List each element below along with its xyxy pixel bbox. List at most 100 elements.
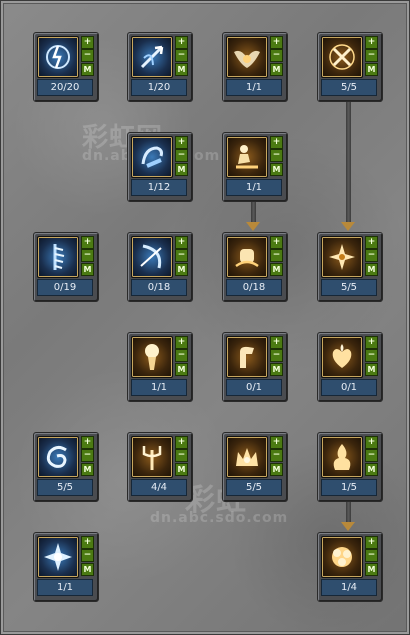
- skill-level-count: 0/18: [226, 279, 282, 296]
- skill-minus-button[interactable]: −: [175, 249, 188, 262]
- skill-max-button[interactable]: M: [365, 563, 378, 576]
- skill-max-button[interactable]: M: [270, 163, 283, 176]
- skill-level-count: 1/1: [37, 579, 93, 596]
- skill-level-count: 5/5: [226, 479, 282, 496]
- skill-max-button[interactable]: M: [270, 263, 283, 276]
- swirl-orb-icon[interactable]: [37, 436, 79, 478]
- bent-arm-icon[interactable]: [226, 336, 268, 378]
- skill-max-button[interactable]: M: [175, 463, 188, 476]
- skill-minus-button[interactable]: −: [365, 349, 378, 362]
- skill-plus-button[interactable]: +: [175, 236, 188, 249]
- skill-minus-button[interactable]: −: [81, 449, 94, 462]
- skill-max-button[interactable]: M: [81, 463, 94, 476]
- skill-minus-button[interactable]: −: [365, 49, 378, 62]
- skill-max-button[interactable]: M: [175, 163, 188, 176]
- skill-level-count: 1/1: [226, 179, 282, 196]
- skill-slot: + − M 5/5: [222, 432, 288, 502]
- trident-icon[interactable]: [131, 436, 173, 478]
- skill-plus-button[interactable]: +: [365, 536, 378, 549]
- glowing-fist-icon[interactable]: [131, 336, 173, 378]
- cross-slash-icon[interactable]: [321, 36, 363, 78]
- skill-plus-button[interactable]: +: [175, 136, 188, 149]
- skill-minus-button[interactable]: −: [270, 249, 283, 262]
- skill-plus-button[interactable]: +: [81, 436, 94, 449]
- skill-minus-button[interactable]: −: [175, 49, 188, 62]
- skill-plus-button[interactable]: +: [175, 336, 188, 349]
- skill-plus-button[interactable]: +: [270, 436, 283, 449]
- skill-minus-button[interactable]: −: [175, 149, 188, 162]
- skill-minus-button[interactable]: −: [81, 49, 94, 62]
- skill-slot: + − M 0/1: [317, 332, 383, 402]
- skill-slot: + − M 20/20: [33, 32, 99, 102]
- skill-level-count: 0/1: [321, 379, 377, 396]
- crouch-strike-icon[interactable]: [226, 136, 268, 178]
- skill-plus-button[interactable]: +: [365, 336, 378, 349]
- fire-crown-icon[interactable]: [226, 436, 268, 478]
- skill-minus-button[interactable]: −: [270, 449, 283, 462]
- skill-max-button[interactable]: M: [365, 263, 378, 276]
- skill-minus-button[interactable]: −: [365, 449, 378, 462]
- skill-max-button[interactable]: M: [81, 563, 94, 576]
- skill-slot: + − M 0/18: [127, 232, 193, 302]
- skill-plus-button[interactable]: +: [81, 36, 94, 49]
- skill-plus-button[interactable]: +: [365, 436, 378, 449]
- skill-slot: + − M 0/18: [222, 232, 288, 302]
- skill-minus-button[interactable]: −: [270, 49, 283, 62]
- skill-slot: + − M 1/4: [317, 532, 383, 602]
- skill-plus-button[interactable]: +: [365, 236, 378, 249]
- skill-max-button[interactable]: M: [270, 63, 283, 76]
- skill-plus-button[interactable]: +: [175, 436, 188, 449]
- fist-burst-icon[interactable]: [226, 236, 268, 278]
- crystal-burst-icon[interactable]: [37, 536, 79, 578]
- skill-max-button[interactable]: M: [175, 363, 188, 376]
- arrow-shot-icon[interactable]: [131, 36, 173, 78]
- skill-level-count: 1/1: [131, 379, 187, 396]
- skill-minus-button[interactable]: −: [270, 349, 283, 362]
- skill-minus-button[interactable]: −: [175, 449, 188, 462]
- skill-max-button[interactable]: M: [175, 63, 188, 76]
- skill-slot: + − M 0/19: [33, 232, 99, 302]
- skill-max-button[interactable]: M: [81, 63, 94, 76]
- skill-plus-button[interactable]: +: [81, 236, 94, 249]
- skill-level-count: 1/4: [321, 579, 377, 596]
- skill-level-count: 0/19: [37, 279, 93, 296]
- skill-plus-button[interactable]: +: [270, 136, 283, 149]
- skill-level-count: 0/18: [131, 279, 187, 296]
- skill-max-button[interactable]: M: [365, 363, 378, 376]
- skill-minus-button[interactable]: −: [270, 149, 283, 162]
- prereq-arrow-pillar-to-explosion: [346, 500, 351, 522]
- skill-plus-button[interactable]: +: [365, 36, 378, 49]
- skill-max-button[interactable]: M: [270, 363, 283, 376]
- heart-flame-icon[interactable]: [321, 336, 363, 378]
- skill-slot: + − M 1/5: [317, 432, 383, 502]
- skill-max-button[interactable]: M: [175, 263, 188, 276]
- winged-burst-icon[interactable]: [226, 36, 268, 78]
- skill-max-button[interactable]: M: [81, 263, 94, 276]
- skill-max-button[interactable]: M: [365, 63, 378, 76]
- skill-level-count: 4/4: [131, 479, 187, 496]
- skill-plus-button[interactable]: +: [81, 536, 94, 549]
- skill-minus-button[interactable]: −: [365, 549, 378, 562]
- skill-plus-button[interactable]: +: [270, 36, 283, 49]
- skill-max-button[interactable]: M: [270, 463, 283, 476]
- skill-plus-button[interactable]: +: [270, 336, 283, 349]
- skill-slot: + − M 1/12: [127, 132, 193, 202]
- skill-max-button[interactable]: M: [365, 463, 378, 476]
- skill-level-count: 5/5: [321, 279, 377, 296]
- skill-minus-button[interactable]: −: [365, 249, 378, 262]
- skill-minus-button[interactable]: −: [81, 549, 94, 562]
- skill-slot: + − M 5/5: [317, 232, 383, 302]
- skill-plus-button[interactable]: +: [175, 36, 188, 49]
- skill-minus-button[interactable]: −: [175, 349, 188, 362]
- chain-spine-icon[interactable]: [37, 236, 79, 278]
- skill-level-count: 20/20: [37, 79, 93, 96]
- bow-draw-icon[interactable]: [131, 236, 173, 278]
- lightning-rune-icon[interactable]: [37, 36, 79, 78]
- skill-level-count: 1/1: [226, 79, 282, 96]
- blade-star-icon[interactable]: [321, 236, 363, 278]
- fire-pillar-icon[interactable]: [321, 436, 363, 478]
- spin-kick-icon[interactable]: [131, 136, 173, 178]
- explosion-icon[interactable]: [321, 536, 363, 578]
- skill-minus-button[interactable]: −: [81, 249, 94, 262]
- skill-plus-button[interactable]: +: [270, 236, 283, 249]
